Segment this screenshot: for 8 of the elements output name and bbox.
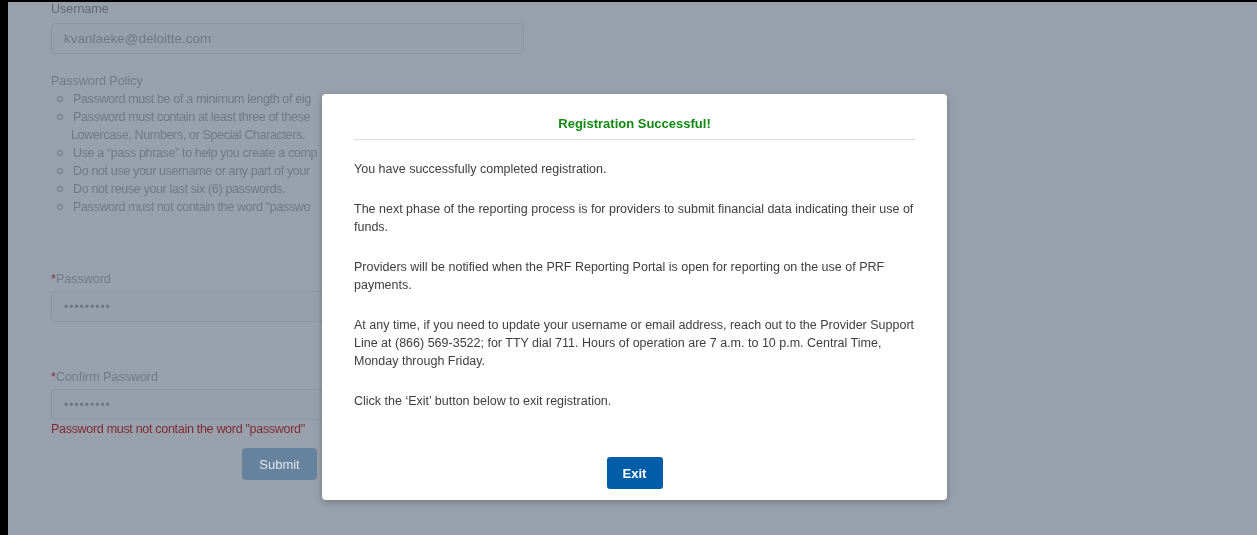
error-message: Password must not contain the word "password"	[51, 422, 305, 436]
paragraph: You have successfully completed registration.	[354, 161, 608, 178]
field-label: Username	[51, 2, 109, 17]
paragraph: Providers will be notified when the PRF Reporting Portal is open for reporting on the use of PRF payments.	[354, 259, 886, 294]
paragraph: The next phase of the reporting process is for providers to submit financial data indicating their use of funds.	[354, 201, 915, 236]
submit-button[interactable]: Submit	[242, 448, 317, 480]
modal-title: Registration Successful!	[557, 116, 712, 131]
exit-button[interactable]: Exit	[606, 457, 663, 489]
